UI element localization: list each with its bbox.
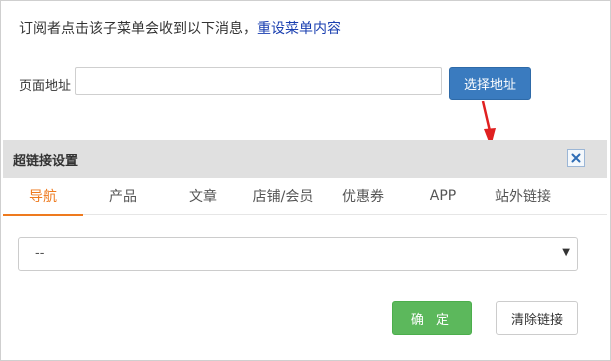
clear-link-button[interactable]: 清除链接 [496,301,578,335]
tab-products[interactable]: 产品 [83,178,163,214]
page-address-row: 页面地址 选择地址 [19,67,539,101]
tab-navigation[interactable]: 导航 [3,178,83,216]
tab-external-link[interactable]: 站外链接 [483,178,563,214]
tab-articles[interactable]: 文章 [163,178,243,214]
tabs-divider [83,214,607,215]
app-frame: 订阅者点击该子菜单会收到以下消息，重设菜单内容 页面地址 选择地址 超链接设置 … [0,0,611,361]
dialog-title: 超链接设置 [13,154,79,169]
confirm-button[interactable]: 确 定 [392,301,472,335]
choose-address-button[interactable]: 选择地址 [449,67,531,100]
dialog-header: 超链接设置 [3,140,607,178]
navigation-select[interactable]: -- ▼ [18,237,578,271]
select-value: -- [35,246,45,261]
tab-app[interactable]: APP [403,178,483,214]
tab-store-members[interactable]: 店铺/会员 [243,178,323,214]
caret-down-icon: ▼ [562,247,570,258]
link-type-tabs: 导航 产品 文章 店铺/会员 优惠券 APP 站外链接 [3,178,607,216]
tab-coupons[interactable]: 优惠券 [323,178,403,214]
reset-menu-content-link[interactable]: 重设菜单内容 [257,21,341,37]
page-address-input[interactable] [75,67,442,95]
close-icon[interactable] [567,149,585,167]
hyperlink-settings-dialog: 超链接设置 导航 产品 文章 店铺/会员 优惠券 APP 站外链接 -- ▼ 确… [3,140,607,360]
menu-message-notice: 订阅者点击该子菜单会收到以下消息，重设菜单内容 [19,18,341,38]
notice-text: 订阅者点击该子菜单会收到以下消息， [19,21,257,37]
page-address-label: 页面地址 [19,79,72,94]
